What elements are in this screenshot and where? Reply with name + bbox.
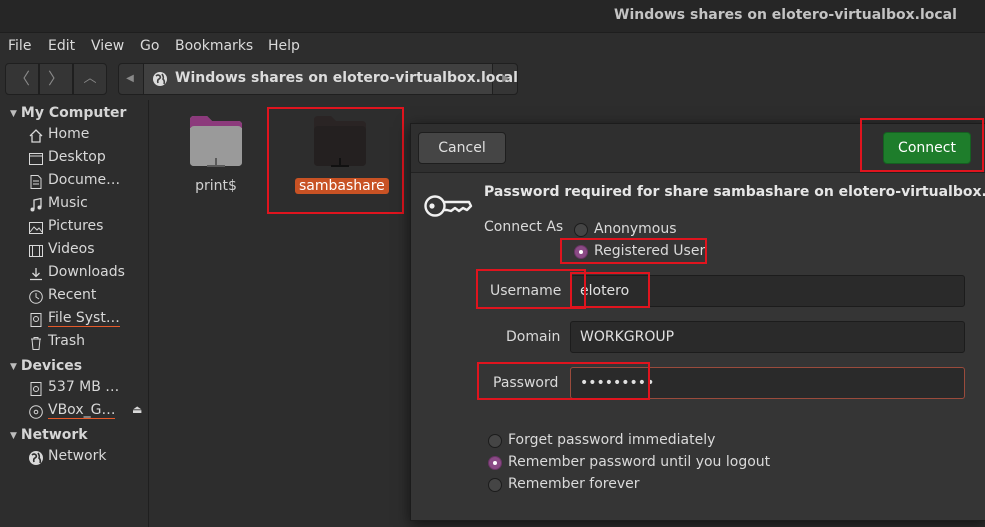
toolbar: 〈 〉 ︿ ◀ Windows shares on elotero-virtua…: [0, 59, 985, 99]
sidebar-item-vbox[interactable]: VBox_G… ⏏: [28, 401, 144, 423]
globe-icon: [153, 72, 167, 86]
chevron-right-icon: 〉: [47, 69, 64, 88]
chevron-left-icon: 〈: [13, 69, 30, 88]
trash-icon: [31, 337, 41, 350]
sidebar-item-label: 537 MB …: [48, 379, 120, 395]
highlight-box: [570, 272, 650, 308]
sidebar-item-desktop[interactable]: Desktop: [28, 148, 143, 170]
sidebar-section-devices[interactable]: ▼ Devices: [10, 358, 82, 374]
title-bar: Windows shares on elotero-virtualbox.loc…: [0, 0, 985, 33]
sidebar-item-label: File Syst…: [48, 310, 120, 327]
sidebar-item-network[interactable]: Network: [28, 447, 143, 469]
path-segment-label: Windows shares on elotero-virtualbox.loc…: [175, 70, 518, 86]
highlight-box: [860, 118, 984, 172]
chevron-up-icon: ︿: [83, 71, 97, 86]
sidebar-item-home[interactable]: Home: [28, 125, 143, 147]
file-item-label: print$: [195, 178, 237, 194]
radio-forget-label: Forget password immediately: [508, 432, 716, 448]
sidebar: ▼ My Computer Home Desktop Docume… Music …: [0, 100, 149, 527]
back-button[interactable]: 〈: [5, 63, 39, 95]
radio-button[interactable]: [488, 478, 502, 492]
key-icon: [424, 195, 473, 217]
sidebar-item-label: Trash: [48, 333, 85, 349]
sidebar-item-label: Music: [48, 195, 88, 211]
sidebar-section-network[interactable]: ▼ Network: [10, 427, 88, 443]
menu-bookmarks[interactable]: Bookmarks: [175, 38, 253, 54]
sidebar-item-label: Docume…: [48, 172, 121, 188]
menu-bar: File Edit View Go Bookmarks Help: [0, 33, 985, 59]
window-title: Windows shares on elotero-virtualbox.loc…: [614, 7, 957, 23]
radio-remember-logout-label: Remember password until you logout: [508, 454, 771, 470]
sidebar-item-label: Network: [48, 448, 107, 464]
sidebar-item-pictures[interactable]: Pictures: [28, 217, 143, 239]
cancel-button[interactable]: Cancel: [418, 132, 506, 164]
radio-remember-forever-label: Remember forever: [508, 476, 640, 492]
sidebar-item-videos[interactable]: Videos: [28, 240, 143, 262]
radio-forget-password[interactable]: Forget password immediately: [488, 432, 788, 452]
sidebar-item-label: Home: [48, 126, 90, 142]
sidebar-item-recent[interactable]: Recent: [28, 286, 143, 308]
sidebar-item-label: Pictures: [48, 218, 104, 234]
dialog-message: Password required for share sambashare o…: [484, 184, 985, 200]
radio-anonymous-label: Anonymous: [594, 221, 677, 237]
sidebar-item-downloads[interactable]: Downloads: [28, 263, 143, 285]
documents-icon: [30, 175, 42, 189]
desktop-icon: [29, 153, 43, 165]
home-icon: [29, 129, 43, 143]
pictures-icon: [29, 222, 43, 234]
sidebar-item-label: Videos: [48, 241, 95, 257]
radio-button-selected[interactable]: [488, 456, 502, 470]
drive-icon: [30, 382, 42, 396]
sidebar-item-label: Downloads: [48, 264, 125, 280]
highlight-box: [560, 238, 707, 264]
expander-down-icon: ▼: [10, 362, 17, 372]
network-icon: [29, 451, 43, 465]
highlight-box: [267, 107, 404, 214]
sidebar-item-label: Recent: [48, 287, 97, 303]
folder-icon: [190, 116, 242, 167]
optical-disc-icon: [29, 405, 43, 419]
expander-down-icon: ▼: [10, 431, 17, 441]
menu-view[interactable]: View: [91, 38, 124, 54]
sidebar-item-file-system[interactable]: File Syst…: [28, 309, 143, 331]
password-dialog: Cancel Connect Password required for sha…: [410, 118, 985, 521]
radio-button[interactable]: [488, 434, 502, 448]
radio-remember-until-logout[interactable]: Remember password until you logout: [488, 454, 788, 474]
eject-icon[interactable]: ⏏: [132, 403, 142, 416]
file-item-print[interactable]: print$: [185, 114, 247, 194]
sidebar-section-my-computer[interactable]: ▼ My Computer: [10, 105, 126, 121]
path-scroll-left-button[interactable]: ◀: [119, 64, 141, 94]
sidebar-item-trash[interactable]: Trash: [28, 332, 143, 354]
dialog-header: Cancel Connect: [411, 118, 985, 173]
domain-label: Domain: [506, 329, 561, 345]
recent-icon: [29, 290, 43, 304]
radio-remember-forever[interactable]: Remember forever: [488, 476, 788, 496]
sidebar-item-music[interactable]: Music: [28, 194, 143, 216]
music-icon: [30, 197, 42, 212]
expander-down-icon: ▼: [10, 109, 17, 119]
videos-icon: [29, 245, 43, 257]
connect-as-label: Connect As: [484, 219, 564, 235]
sidebar-item-documents[interactable]: Docume…: [28, 171, 143, 193]
path-bar: ◀ Windows shares on elotero-virtualbox.l…: [118, 63, 518, 95]
menu-help[interactable]: Help: [268, 38, 300, 54]
downloads-icon: [30, 268, 42, 281]
domain-field[interactable]: WORKGROUP: [570, 321, 965, 353]
menu-file[interactable]: File: [8, 38, 31, 54]
path-scroll-right-button[interactable]: ▶: [495, 64, 517, 94]
sidebar-item-label: VBox_G…: [48, 402, 116, 419]
path-segment[interactable]: Windows shares on elotero-virtualbox.loc…: [143, 64, 518, 94]
menu-go[interactable]: Go: [140, 38, 159, 54]
menu-edit[interactable]: Edit: [48, 38, 75, 54]
drive-icon: [30, 313, 42, 327]
highlight-box: [477, 362, 650, 400]
forward-button[interactable]: 〉: [39, 63, 73, 95]
sidebar-item-label: Desktop: [48, 149, 106, 165]
sidebar-item-537mb[interactable]: 537 MB …: [28, 378, 143, 400]
radio-button[interactable]: [574, 223, 588, 237]
up-button[interactable]: ︿: [73, 63, 107, 95]
